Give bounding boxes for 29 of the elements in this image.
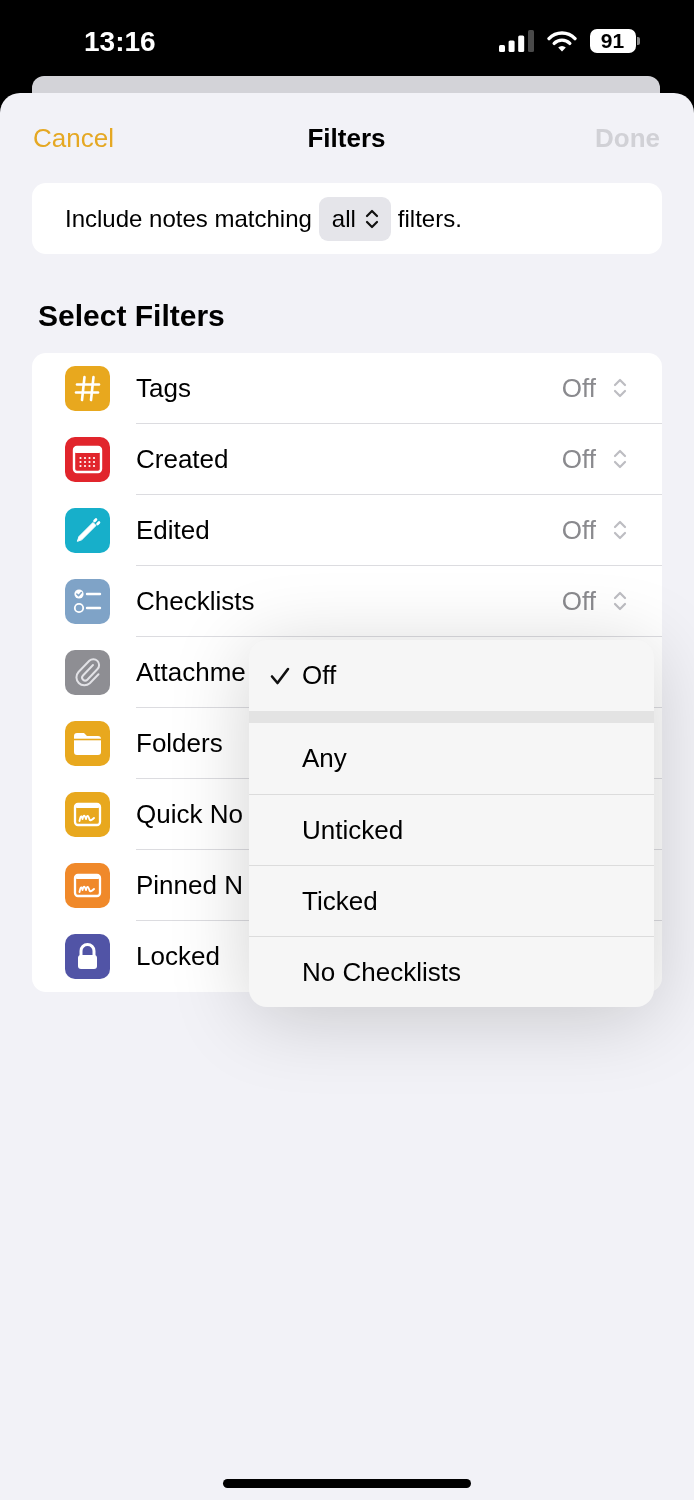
chevron-updown-icon bbox=[364, 207, 379, 230]
battery-indicator: 91 bbox=[589, 29, 640, 53]
filter-label[interactable]: Attachme bbox=[136, 656, 246, 688]
filter-label[interactable]: Pinned N bbox=[136, 869, 243, 901]
chevron-updown-icon bbox=[612, 518, 628, 542]
filter-label[interactable]: Quick No bbox=[136, 798, 243, 830]
match-mode-popup[interactable]: all bbox=[318, 196, 391, 241]
filter-label[interactable]: Edited bbox=[136, 514, 210, 546]
section-heading: Select Filters bbox=[38, 298, 225, 334]
chevron-updown-icon bbox=[612, 589, 628, 613]
menu-option[interactable]: Any bbox=[249, 723, 654, 794]
sheet-title: Filters bbox=[307, 122, 386, 154]
chevron-updown-icon bbox=[612, 447, 628, 471]
filter-label[interactable]: Created bbox=[136, 443, 229, 475]
status-time: 13:16 bbox=[84, 26, 156, 58]
filter-label[interactable]: Checklists bbox=[136, 585, 255, 617]
wifi-icon bbox=[546, 30, 577, 52]
menu-option[interactable]: Off bbox=[249, 640, 654, 711]
checkmark-icon bbox=[270, 666, 290, 685]
filter-label[interactable]: Locked bbox=[136, 941, 220, 972]
menu-option[interactable]: Unticked bbox=[249, 794, 654, 865]
filter-label[interactable]: Tags bbox=[136, 372, 191, 404]
menu-option[interactable]: Ticked bbox=[249, 865, 654, 936]
signal-icon bbox=[498, 30, 534, 52]
match-prefix-text: Include notes matching bbox=[65, 204, 312, 233]
chevron-updown-icon bbox=[612, 376, 628, 400]
filter-label[interactable]: Folders bbox=[136, 727, 223, 759]
match-suffix-text: filters. bbox=[397, 204, 462, 233]
menu-option[interactable]: No Checklists bbox=[249, 936, 654, 1007]
